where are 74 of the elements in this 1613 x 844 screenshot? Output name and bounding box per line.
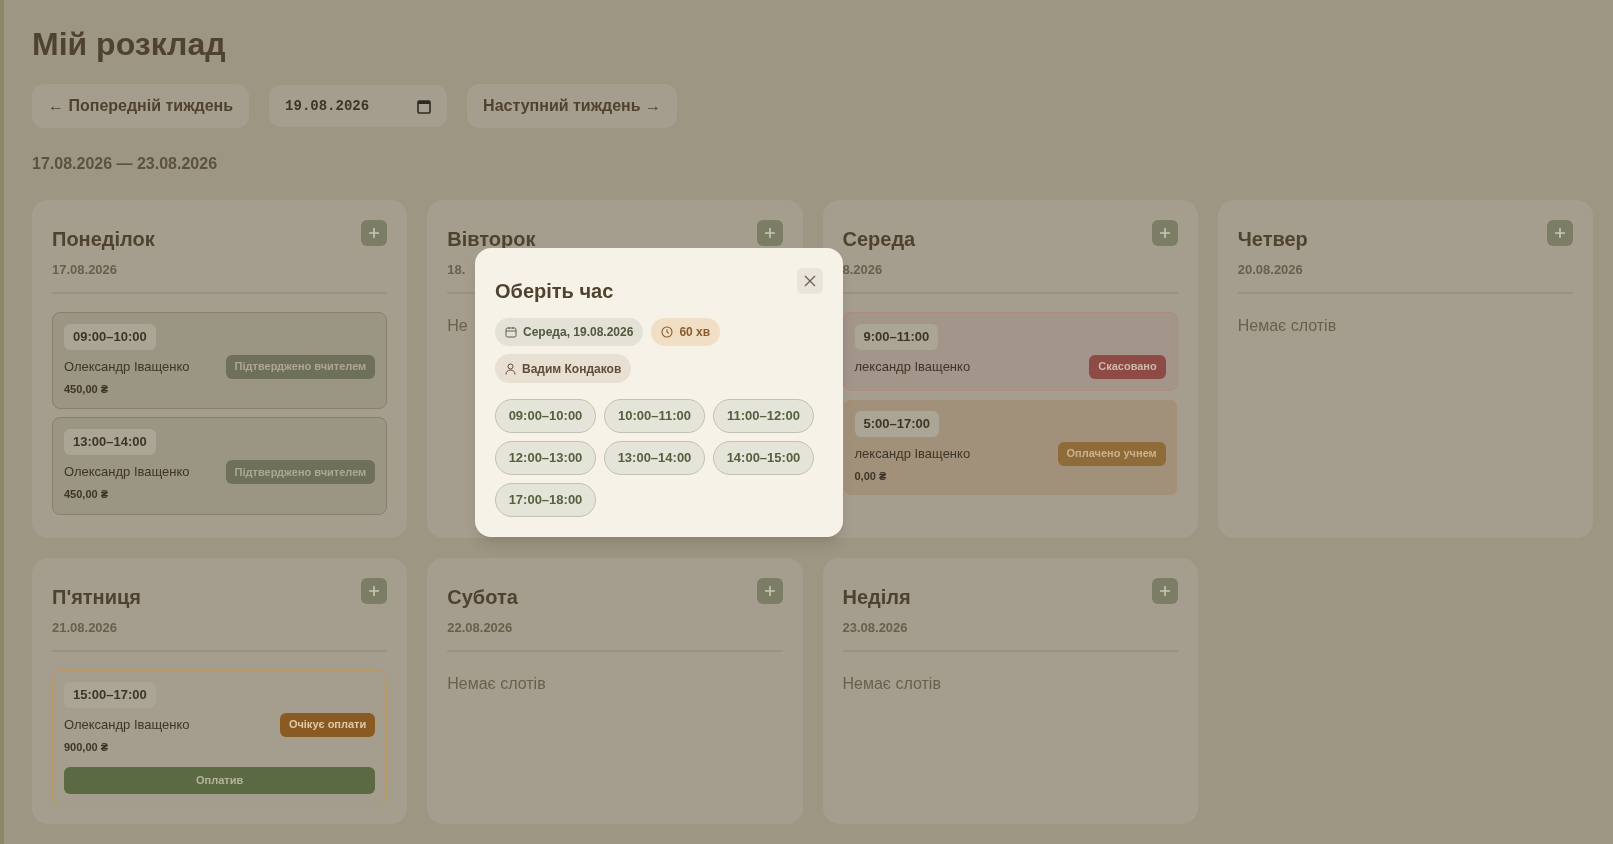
add-slot-button[interactable] bbox=[1547, 220, 1573, 246]
day-name: Вівторок bbox=[447, 227, 536, 252]
person-icon bbox=[505, 362, 516, 375]
add-slot-button[interactable] bbox=[1151, 220, 1178, 246]
empty-message: Немає слотів bbox=[842, 673, 941, 694]
week-range: 17.08.2026 — 23.08.2026 bbox=[32, 154, 219, 174]
clock-icon bbox=[661, 326, 674, 338]
time-option-button[interactable]: 10:00–11:00 bbox=[604, 399, 705, 433]
next-week-button[interactable]: Наступний тиждень → bbox=[467, 84, 678, 128]
status-badge: Скасовано bbox=[1089, 354, 1166, 379]
time-chip: 09:00–10:00 bbox=[64, 323, 156, 350]
time-chip: 15:00–17:00 bbox=[64, 681, 156, 708]
status-badge: Підтверджено вчителем bbox=[225, 460, 376, 484]
student-name: Олександр Іващенко bbox=[64, 357, 190, 376]
close-icon bbox=[804, 275, 816, 287]
date-chip: Середа, 19.08.2026 bbox=[495, 318, 644, 346]
date-field[interactable]: 19.08.2026 bbox=[269, 85, 448, 127]
plus-icon bbox=[368, 585, 381, 597]
time-option-button[interactable]: 17:00–18:00 bbox=[495, 483, 596, 517]
status-badge: Оплачено учнем bbox=[1057, 441, 1166, 466]
add-slot-button[interactable] bbox=[756, 220, 783, 246]
student-name: лександр Іващенко bbox=[854, 357, 971, 376]
add-slot-button[interactable] bbox=[361, 220, 388, 246]
plus-icon bbox=[763, 227, 776, 239]
add-slot-button[interactable] bbox=[1151, 578, 1178, 604]
close-button[interactable] bbox=[797, 268, 823, 294]
plus-icon bbox=[1554, 227, 1566, 239]
day-date: 8.2026 bbox=[842, 261, 884, 279]
empty-message: Немає слотів bbox=[447, 673, 546, 694]
plus-icon bbox=[368, 227, 381, 239]
day-name: Субота bbox=[447, 585, 518, 610]
day-name: Неділя bbox=[842, 585, 911, 610]
time-option-button[interactable]: 11:00–12:00 bbox=[713, 399, 814, 433]
slot-price: 0,00 ₴ bbox=[854, 468, 888, 484]
time-option-button[interactable]: 13:00–14:00 bbox=[604, 441, 705, 475]
day-name: Середа bbox=[842, 227, 916, 252]
time-option-button[interactable]: 09:00–10:00 bbox=[495, 399, 596, 433]
student-name: Олександр Іващенко bbox=[64, 715, 190, 734]
status-badge: Підтверджено вчителем bbox=[225, 354, 376, 379]
day-date: 18. bbox=[447, 261, 467, 279]
empty-message: Не bbox=[447, 315, 468, 336]
time-chip: 5:00–17:00 bbox=[854, 410, 939, 437]
previous-week-button[interactable]: ← Попередній тиждень bbox=[32, 84, 250, 128]
teacher-chip: Вадим Кондаков bbox=[495, 354, 632, 383]
plus-icon bbox=[1158, 227, 1171, 239]
page-title: Мій розклад bbox=[32, 25, 227, 64]
slot-price: 450,00 ₴ bbox=[64, 381, 110, 397]
paid-button[interactable]: Оплатив bbox=[64, 767, 376, 794]
empty-message: Немає слотів bbox=[1237, 315, 1337, 336]
calendar-icon bbox=[505, 326, 517, 338]
day-date: 17.08.2026 bbox=[52, 261, 119, 279]
day-name: Четвер bbox=[1237, 227, 1308, 252]
dialog-title: Оберіть час bbox=[495, 279, 614, 304]
duration-chip: 60 хв bbox=[651, 318, 721, 346]
status-badge: Очікує оплати bbox=[279, 712, 376, 737]
day-date: 22.08.2026 bbox=[447, 619, 514, 637]
day-date: 21.08.2026 bbox=[52, 619, 119, 637]
student-name: лександр Іващенко bbox=[854, 444, 971, 463]
day-date: 20.08.2026 bbox=[1237, 261, 1304, 279]
calendar-icon bbox=[417, 98, 432, 114]
day-date: 23.08.2026 bbox=[842, 619, 909, 637]
plus-icon bbox=[763, 585, 776, 597]
time-option-button[interactable]: 14:00–15:00 bbox=[713, 441, 814, 475]
add-slot-button[interactable] bbox=[361, 578, 388, 604]
time-chip: 13:00–14:00 bbox=[64, 429, 156, 455]
slot-price: 900,00 ₴ bbox=[64, 739, 110, 755]
day-name: П'ятниця bbox=[52, 585, 141, 610]
day-name: Понеділок bbox=[52, 227, 155, 252]
plus-icon bbox=[1158, 585, 1171, 597]
time-chip: 9:00–11:00 bbox=[854, 323, 939, 350]
add-slot-button[interactable] bbox=[756, 578, 783, 604]
time-option-button[interactable]: 12:00–13:00 bbox=[495, 441, 596, 475]
slot-price: 450,00 ₴ bbox=[64, 487, 110, 502]
student-name: Олександр Іващенко bbox=[64, 463, 190, 482]
